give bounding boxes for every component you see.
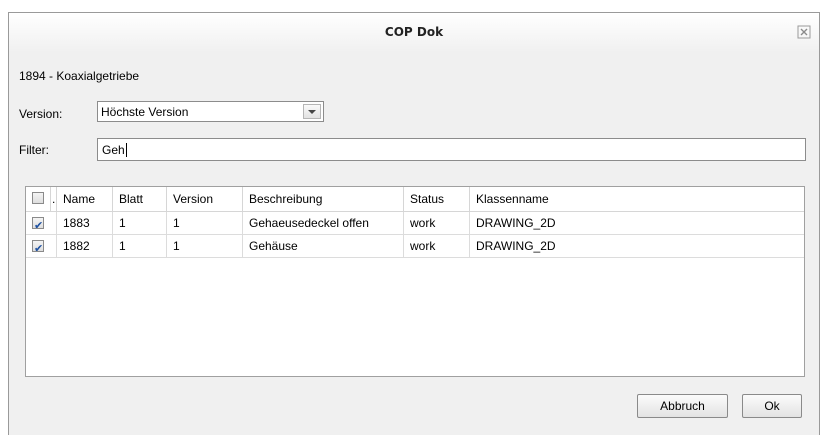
- cell-status: work: [404, 235, 470, 257]
- cell-name: 1882: [57, 235, 113, 257]
- chevron-down-icon[interactable]: [303, 104, 321, 119]
- table-row[interactable]: 1882 1 1 Gehäuse work DRAWING_2D: [26, 235, 804, 258]
- table-header: . Name Blatt Version Beschreibung Status…: [26, 187, 804, 212]
- cell-blatt: 1: [113, 212, 167, 234]
- version-label: Version:: [19, 107, 63, 121]
- select-all-header[interactable]: [26, 187, 51, 211]
- cell-klassenname: DRAWING_2D: [476, 239, 556, 253]
- dialog-title: COP Dok: [384, 25, 444, 39]
- row-select-cell[interactable]: [26, 212, 57, 234]
- select-all-checkbox[interactable]: [32, 192, 44, 204]
- row-checkbox[interactable]: [32, 238, 44, 257]
- column-header-klassenname[interactable]: Klassenname: [470, 187, 805, 211]
- document-label: 1894 - Koaxialgetriebe: [19, 69, 140, 83]
- filter-input[interactable]: Geh: [97, 138, 806, 161]
- documents-table: . Name Blatt Version Beschreibung Status…: [25, 186, 805, 377]
- column-header-beschreibung[interactable]: Beschreibung: [243, 187, 404, 211]
- cell-name: 1883: [57, 212, 113, 234]
- cell-status: work: [404, 212, 470, 234]
- filter-label: Filter:: [19, 143, 49, 157]
- close-icon[interactable]: [797, 25, 811, 39]
- cell-beschreibung: Gehaeusedeckel offen: [243, 212, 404, 234]
- cell-blatt: 1: [113, 235, 167, 257]
- title-bar[interactable]: COP Dok: [9, 13, 819, 53]
- column-header-version[interactable]: Version: [167, 187, 243, 211]
- cell-version: 1: [167, 212, 243, 234]
- text-caret: [125, 143, 127, 157]
- table-row[interactable]: 1883 1 1 Gehaeusedeckel offen work DRAWI…: [26, 212, 804, 235]
- filter-input-value: Geh: [102, 143, 127, 157]
- column-header-blatt[interactable]: Blatt: [113, 187, 167, 211]
- cell-version: 1: [167, 235, 243, 257]
- row-select-cell[interactable]: [26, 235, 57, 257]
- column-header-name[interactable]: Name: [57, 187, 113, 211]
- version-select-value: Höchste Version: [101, 105, 189, 119]
- ok-button[interactable]: Ok: [742, 394, 802, 418]
- version-select[interactable]: Höchste Version: [97, 101, 324, 122]
- row-checkbox[interactable]: [32, 215, 44, 234]
- column-header-status[interactable]: Status: [404, 187, 470, 211]
- cancel-button[interactable]: Abbruch: [637, 394, 728, 418]
- cell-klassenname: DRAWING_2D: [476, 216, 556, 230]
- cell-beschreibung: Gehäuse: [243, 235, 404, 257]
